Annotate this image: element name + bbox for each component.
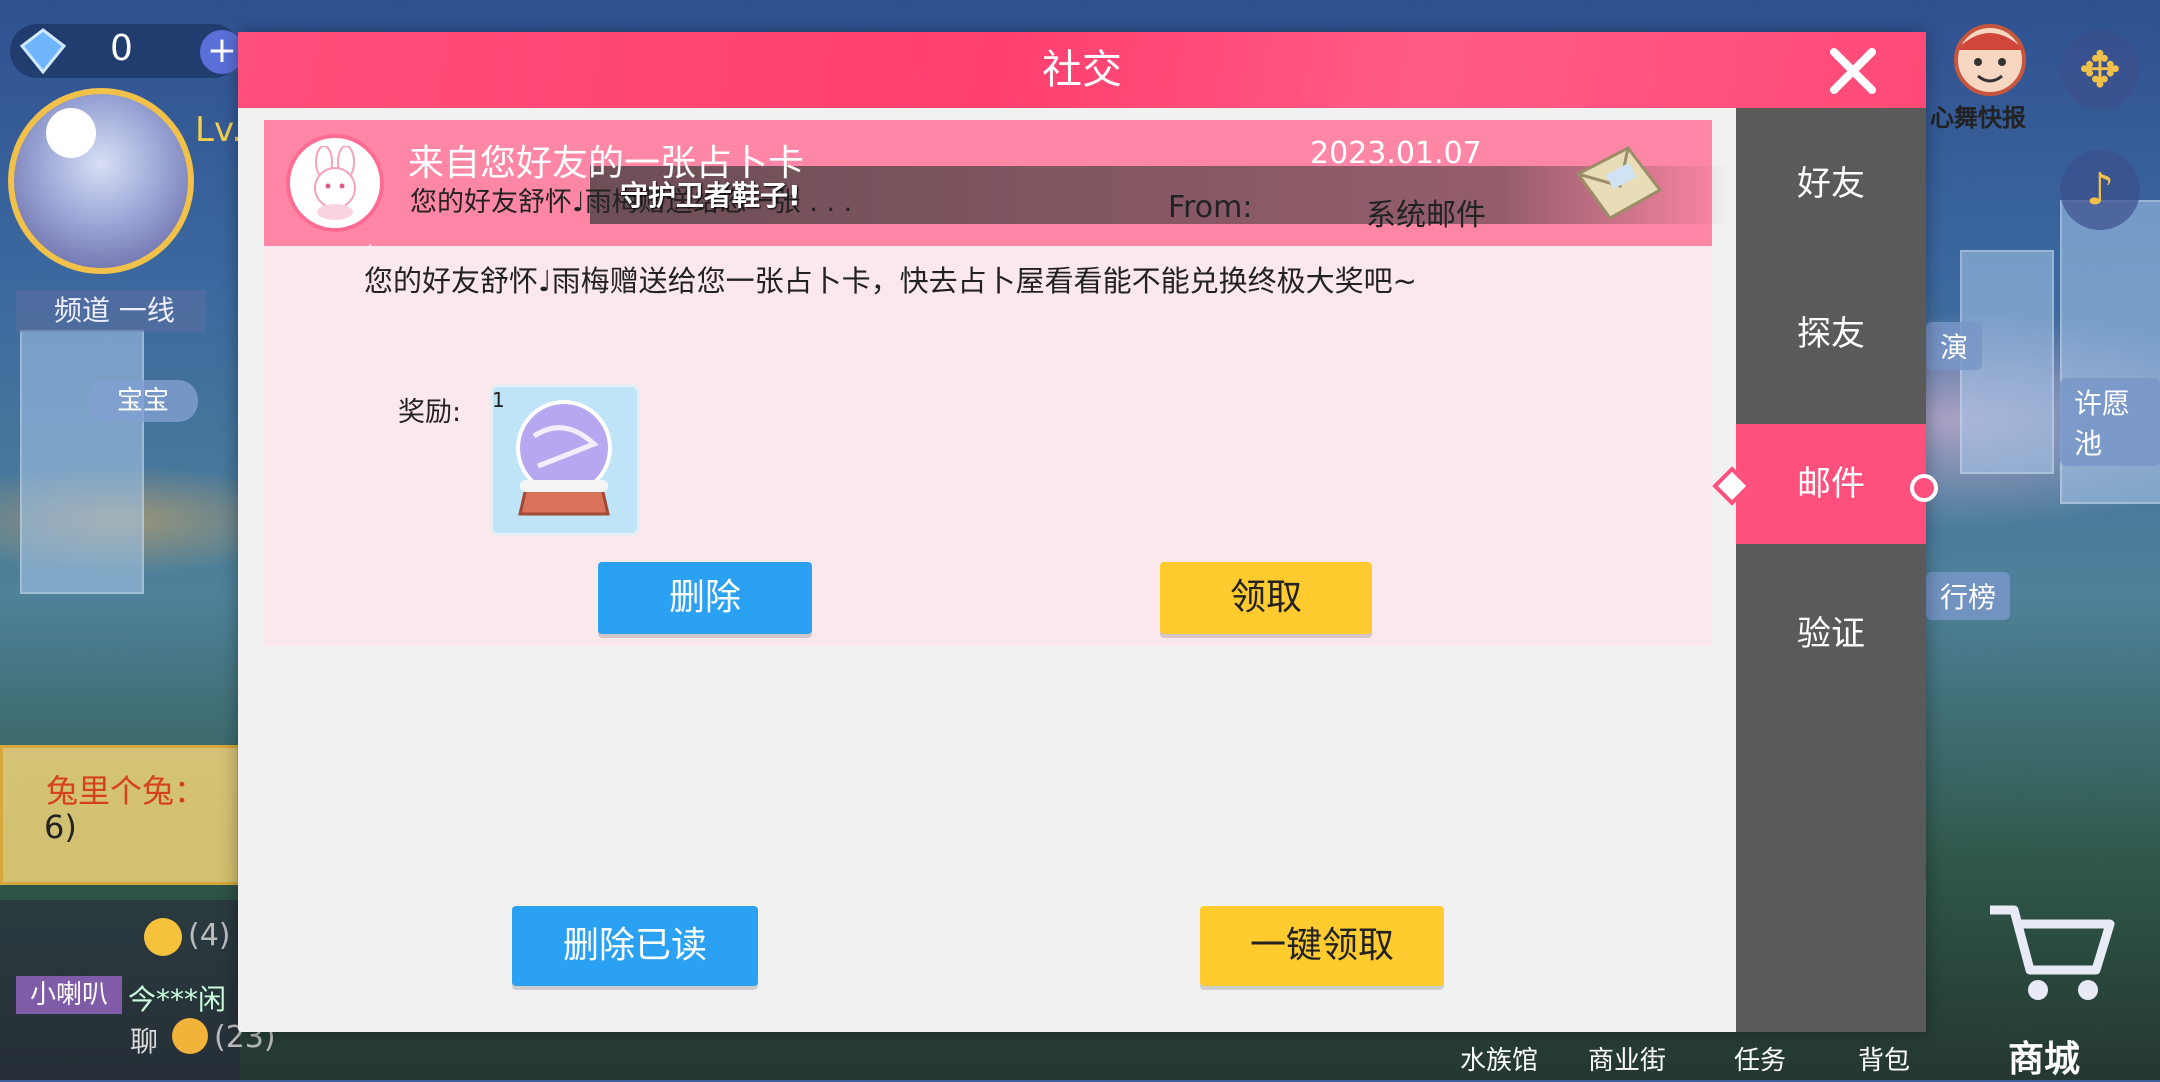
emoji-count: (4) [188, 918, 231, 953]
chat-label: 聊 [130, 1025, 159, 1058]
nav-aquarium[interactable]: 水族馆 [1460, 1040, 1538, 1077]
tab-visit-friends[interactable]: 探友 [1736, 274, 1926, 394]
dialog-title: 社交 [1042, 47, 1122, 93]
gem-count: 0 [110, 28, 133, 69]
announcement-banner: 守护卫者鞋子! [620, 179, 801, 212]
nav-tasks[interactable]: 任务 [1734, 1040, 1786, 1077]
channel-label[interactable]: 频道 一线 [16, 290, 206, 332]
map-sign[interactable]: 演 [1926, 322, 1983, 370]
cat-emoji-icon [172, 1018, 208, 1054]
player-avatar[interactable] [8, 88, 194, 274]
delete-button[interactable]: 删除 [598, 562, 812, 634]
map-sign[interactable]: 许愿池 [2060, 378, 2160, 466]
envelope-icon [1575, 146, 1663, 220]
reward-count: 1 [492, 388, 505, 412]
gem-icon [19, 28, 67, 75]
tab-mail[interactable]: 邮件 [1736, 424, 1926, 544]
nav-street[interactable]: 商业街 [1588, 1040, 1666, 1077]
close-icon[interactable] [1822, 40, 1884, 102]
mail-body: 您的好友舒怀♩雨梅赠送给您一张占卜卡，快去占卜屋看看能不能兑换终极大奖吧~ [364, 264, 1417, 298]
speaker-tag: 小喇叭 [16, 976, 122, 1014]
baby-button[interactable]: 宝宝 [88, 380, 198, 422]
claim-button[interactable]: 领取 [1160, 562, 1372, 634]
tab-verify[interactable]: 验证 [1736, 574, 1926, 694]
side-tab-panel [1736, 108, 1926, 1032]
tab-marker-dot [1910, 474, 1938, 502]
music-icon[interactable]: ♪ [2060, 150, 2140, 230]
emoji-icon [144, 918, 182, 956]
tab-friends[interactable]: 好友 [1736, 124, 1926, 244]
crystal-ball-icon [516, 400, 612, 516]
shop-label[interactable]: 商城 [2008, 1030, 2080, 1082]
reward-label: 奖励: [398, 397, 462, 428]
claim-all-button[interactable]: 一键领取 [1200, 906, 1444, 986]
background-building [20, 330, 144, 594]
bunny-icon [314, 146, 356, 220]
cart-icon[interactable] [1980, 890, 2120, 1010]
chat-message: 6) [44, 808, 77, 846]
mail-sender: 系统邮件 [1366, 198, 1486, 233]
move-icon[interactable]: ✥ [2060, 30, 2140, 110]
mail-date: 2023.01.07 [1310, 136, 1482, 171]
nav-bag[interactable]: 背包 [1858, 1040, 1910, 1077]
news-label: 心舞快报 [1930, 104, 2026, 132]
delete-read-button[interactable]: 删除已读 [512, 906, 758, 986]
level-label: Lv. [195, 110, 243, 150]
chat-sender: 兔里个兔： [46, 772, 207, 810]
status-dot [46, 108, 96, 158]
speaker-message: 今***闲 [128, 983, 227, 1016]
map-sign[interactable]: 行榜 [1926, 572, 2011, 620]
from-label: From: [1168, 190, 1253, 225]
